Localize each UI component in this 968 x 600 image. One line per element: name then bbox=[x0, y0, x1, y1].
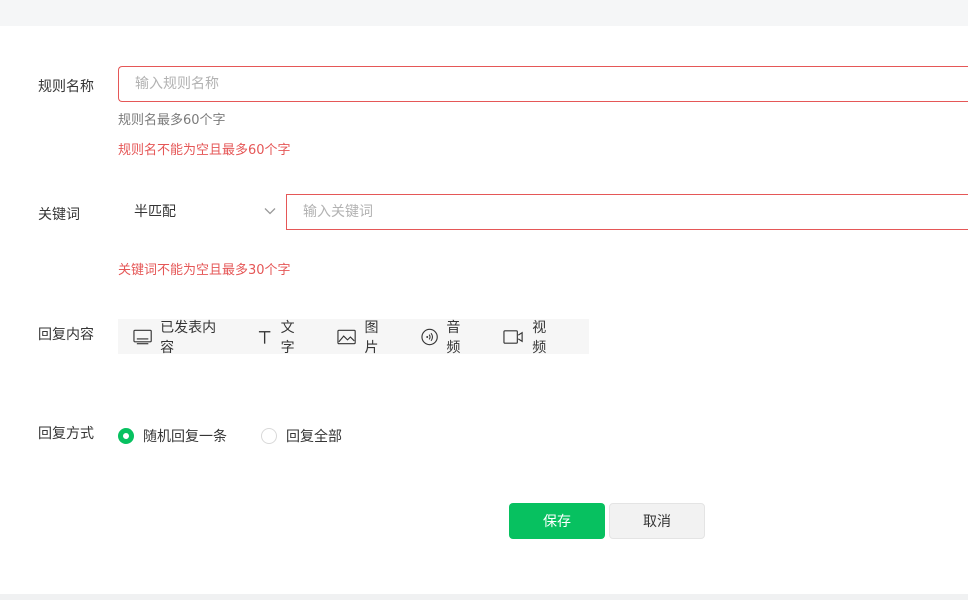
reply-type-audio[interactable]: 音频 bbox=[421, 317, 473, 357]
reply-mode-label: 回复方式 bbox=[38, 426, 94, 442]
radio-label: 随机回复一条 bbox=[143, 429, 227, 445]
reply-mode-all-radio[interactable]: 回复全部 bbox=[261, 426, 342, 446]
radio-label: 回复全部 bbox=[286, 429, 342, 445]
reply-type-image[interactable]: 图片 bbox=[337, 317, 391, 357]
text-icon bbox=[259, 330, 271, 344]
image-icon bbox=[337, 329, 357, 344]
radio-unchecked-icon bbox=[261, 428, 277, 444]
video-icon bbox=[503, 329, 523, 344]
reply-type-toolbar: 已发表内容 文字 图片 音频 视频 bbox=[118, 317, 589, 357]
audio-icon bbox=[421, 328, 439, 345]
reply-mode-random-radio[interactable]: 随机回复一条 bbox=[118, 426, 227, 446]
reply-type-label: 视频 bbox=[532, 319, 547, 356]
keyword-error: 关键词不能为空且最多30个字 bbox=[118, 263, 291, 278]
reply-type-text[interactable]: 文字 bbox=[257, 317, 307, 357]
match-mode-select[interactable]: 半匹配 bbox=[118, 194, 286, 230]
rule-name-label: 规则名称 bbox=[38, 79, 94, 95]
published-content-icon bbox=[133, 329, 152, 344]
reply-type-label: 文字 bbox=[280, 319, 295, 356]
keyword-input[interactable] bbox=[286, 194, 968, 230]
rule-name-error: 规则名不能为空且最多60个字 bbox=[118, 143, 291, 158]
keyword-label: 关键词 bbox=[38, 207, 80, 223]
form-panel bbox=[0, 26, 968, 594]
reply-type-label: 音频 bbox=[446, 319, 461, 356]
reply-content-label: 回复内容 bbox=[38, 327, 94, 343]
rule-name-hint: 规则名最多60个字 bbox=[118, 113, 226, 128]
reply-type-label: 已发表内容 bbox=[160, 319, 217, 356]
reply-type-label: 图片 bbox=[364, 319, 379, 356]
save-button[interactable]: 保存 bbox=[509, 503, 605, 539]
reply-type-published[interactable]: 已发表内容 bbox=[133, 317, 227, 357]
match-mode-value: 半匹配 bbox=[134, 204, 176, 220]
top-bar bbox=[0, 0, 968, 26]
reply-type-video[interactable]: 视频 bbox=[503, 317, 559, 357]
bottom-strip bbox=[0, 594, 968, 600]
chevron-down-icon bbox=[264, 208, 276, 215]
cancel-button[interactable]: 取消 bbox=[609, 503, 705, 539]
rule-name-input[interactable] bbox=[118, 66, 968, 102]
radio-checked-icon bbox=[118, 428, 134, 444]
